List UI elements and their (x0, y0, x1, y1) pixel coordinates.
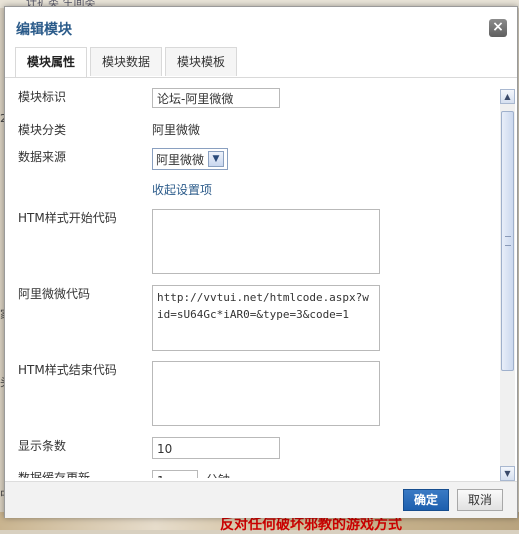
cache-update-unit: 分钟 (206, 471, 230, 478)
aliweiwei-code-label: 阿里微微代码 (18, 287, 91, 301)
module-id-label: 模块标识 (18, 90, 67, 104)
data-source-selected-value: 阿里微微 (156, 152, 205, 167)
cache-update-input[interactable]: 1 (152, 470, 198, 478)
tab-divider (5, 77, 517, 78)
cancel-button[interactable]: 取消 (457, 489, 503, 511)
confirm-button[interactable]: 确定 (403, 489, 449, 511)
html-start-code-label: HTM样式开始代码 (18, 211, 117, 225)
aliweiwei-code-textarea[interactable]: http://vvtui.net/htmlcode.aspx?wid=sU64G… (152, 285, 380, 351)
cache-update-label: 数据缓存更新 (18, 471, 91, 478)
module-id-input[interactable]: 论坛-阿里微微 (152, 88, 280, 108)
scroll-down-icon[interactable]: ▼ (500, 466, 515, 481)
tab-module-data[interactable]: 模块数据 (90, 47, 163, 76)
chevron-down-icon: ▼ (208, 151, 225, 167)
dialog-title: 编辑模块 (16, 22, 72, 38)
scrollbar-thumb[interactable] (501, 111, 514, 371)
dialog-footer: 确定 取消 (5, 481, 517, 518)
tab-module-properties[interactable]: 模块属性 (15, 47, 88, 78)
tab-module-template[interactable]: 模块模板 (165, 47, 238, 76)
vertical-scrollbar[interactable]: ▲ ▼ (500, 89, 515, 481)
collapse-settings-link[interactable]: 收起设置项 (152, 181, 212, 198)
close-icon[interactable]: × (489, 19, 507, 37)
display-count-label: 显示条数 (18, 439, 67, 453)
module-category-label: 模块分类 (18, 123, 67, 137)
display-count-input[interactable]: 10 (152, 437, 280, 459)
module-category-value: 阿里微微 (152, 123, 201, 137)
html-start-code-textarea[interactable] (152, 209, 380, 274)
edit-module-dialog: 编辑模块 × 模块属性 模块数据 模块模板 模块标识 论坛-阿里微微 模块分类 … (4, 6, 518, 518)
scrollbar-grip-icon (505, 236, 511, 246)
data-source-select[interactable]: 阿里微微 ▼ (152, 148, 228, 170)
form-content: 模块标识 论坛-阿里微微 模块分类 阿里微微 数据来源 阿里微微 ▼ 收起设置项… (6, 86, 498, 478)
html-end-code-label: HTM样式结束代码 (18, 363, 117, 377)
html-end-code-textarea[interactable] (152, 361, 380, 426)
tab-bar: 模块属性 模块数据 模块模板 (15, 47, 240, 78)
data-source-label: 数据来源 (18, 150, 67, 164)
scroll-up-icon[interactable]: ▲ (500, 89, 515, 104)
